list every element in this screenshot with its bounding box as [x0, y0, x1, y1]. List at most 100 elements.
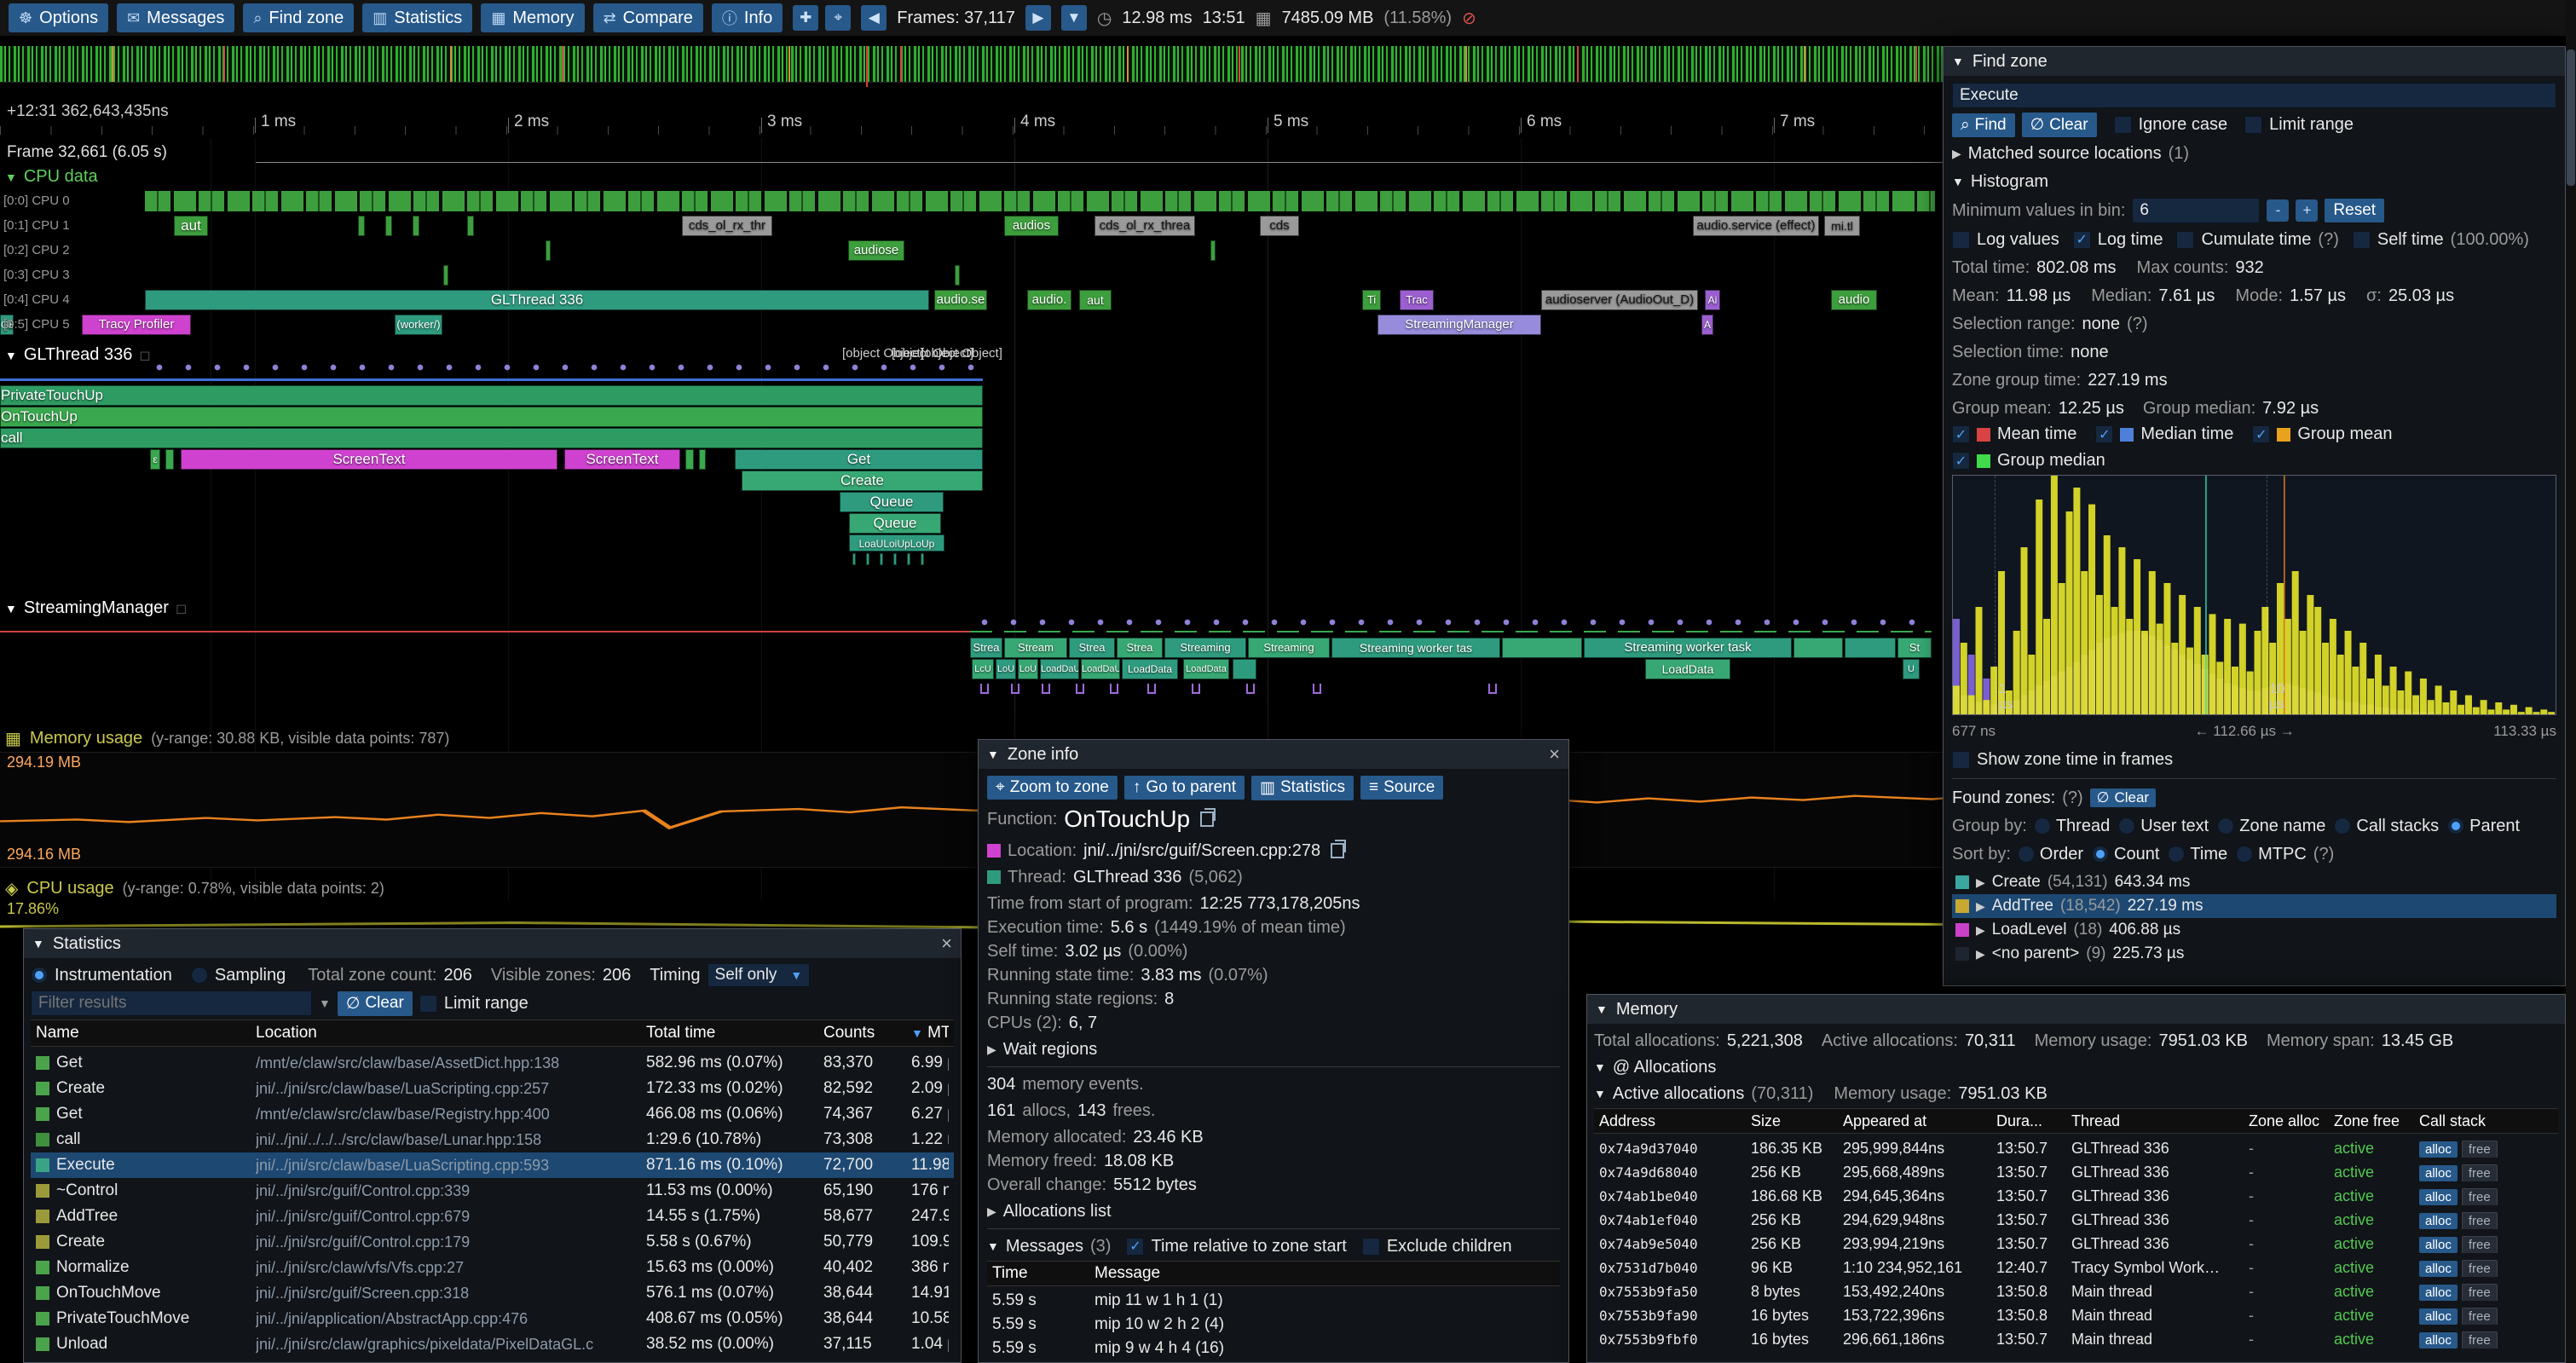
- timeline-zone[interactable]: LoadData: [1122, 659, 1178, 679]
- matched-locations-toggle[interactable]: ▶ Matched source locations (1): [1952, 141, 2556, 165]
- memory-table-row[interactable]: 0x7531d7b040 96 KB 1:10 234,952,161 12:4…: [1594, 1256, 2558, 1279]
- group-by-radio[interactable]: [2118, 817, 2135, 835]
- help-icon[interactable]: (?): [2313, 845, 2334, 864]
- found-zones-clear-button[interactable]: ∅ Clear: [2090, 788, 2156, 807]
- show-zone-time-checkbox[interactable]: [1952, 751, 1970, 769]
- messages-table-header[interactable]: Time Message: [987, 1261, 1560, 1286]
- frame-marker-icon[interactable]: [object Object]: [921, 346, 1002, 361]
- group-by-option[interactable]: Thread: [2034, 817, 2110, 836]
- timeline-zone[interactable]: [1233, 659, 1256, 679]
- funnel-icon[interactable]: ▼: [319, 996, 331, 1010]
- timeline-zone[interactable]: [1793, 638, 1843, 658]
- timeline-zone[interactable]: cds: [1260, 216, 1299, 236]
- copy-icon[interactable]: [1331, 843, 1344, 858]
- memory-table-row[interactable]: 0x74a9d37040 186.35 KB 295,999,844ns 13:…: [1594, 1136, 2558, 1160]
- sort-by-radio[interactable]: [2168, 846, 2185, 863]
- stats-table-row[interactable]: AddTree jni/../jni/src/guif/Control.cpp:…: [31, 1204, 954, 1229]
- expand-icon[interactable]: ▶: [1976, 923, 1985, 938]
- message-row[interactable]: 5.59 s mip 9 w 4 h 4 (16): [987, 1337, 1560, 1360]
- legend-checkbox[interactable]: [2095, 425, 2113, 443]
- help-icon[interactable]: (?): [2127, 315, 2147, 334]
- timeline-zone[interactable]: [385, 216, 392, 236]
- timeline-zone[interactable]: [866, 553, 869, 565]
- cpu-usage-header[interactable]: ◈ CPU usage (y-range: 0.78%, visible dat…: [5, 878, 384, 899]
- timeline-zone[interactable]: OnTouchUp: [0, 407, 983, 427]
- collapse-icon[interactable]: ▼: [987, 1239, 999, 1253]
- timeline-zone[interactable]: cds_ol_rx_thr: [682, 216, 772, 236]
- toolbar-button[interactable]: ☸ Options: [9, 3, 108, 32]
- collapse-icon[interactable]: ▼: [1596, 1002, 1608, 1016]
- zone-info-action-button[interactable]: ↑ Go to parent: [1124, 776, 1245, 800]
- zone-info-titlebar[interactable]: ▼ Zone info ×: [979, 740, 1568, 769]
- timeline-zone[interactable]: cds_ol_rx_threa: [1095, 216, 1195, 236]
- found-zone-group-row[interactable]: ▶ LoadLevel (18) 406.88 µs: [1952, 918, 2556, 942]
- alloc-callstack-button[interactable]: alloc: [2419, 1261, 2458, 1277]
- timeline-zone[interactable]: [443, 265, 448, 286]
- help-icon[interactable]: (?): [2318, 230, 2338, 250]
- timeline-zone[interactable]: [907, 553, 910, 565]
- timeline-zone[interactable]: audio.se: [934, 290, 987, 310]
- scrollbar-thumb[interactable]: [2567, 49, 2575, 186]
- timeline-zone[interactable]: Strea: [970, 638, 1002, 658]
- group-by-radio[interactable]: [2447, 817, 2464, 835]
- timeline-zone[interactable]: Streaming: [1164, 638, 1246, 658]
- glthread-header[interactable]: ▼ GLThread 336 ◻: [5, 345, 151, 365]
- col-duration[interactable]: Dura...: [1996, 1112, 2065, 1130]
- close-icon[interactable]: ×: [941, 933, 952, 955]
- collapse-icon[interactable]: ▼: [1952, 55, 1964, 68]
- free-callstack-button[interactable]: free: [2462, 1308, 2498, 1325]
- stats-table-row[interactable]: OnTouchMove jni/../jni/src/guif/Screen.c…: [31, 1280, 954, 1306]
- stats-table-row[interactable]: Unload jni/../jni/src/claw/graphics/pixe…: [31, 1331, 954, 1357]
- statistics-titlebar[interactable]: ▼ Statistics ×: [24, 929, 961, 958]
- timeline-zone[interactable]: [921, 553, 924, 565]
- message-mark-icon[interactable]: [1076, 684, 1084, 694]
- timeline-zone[interactable]: Trac: [1400, 290, 1434, 310]
- timeline-zone[interactable]: Queue: [849, 513, 941, 534]
- find-clear-button[interactable]: ∅ Clear: [2022, 113, 2097, 137]
- timeline-zone[interactable]: Strea: [1069, 638, 1115, 658]
- memory-table-row[interactable]: 0x74ab9e5040 256 KB 293,994,219ns 13:50.…: [1594, 1232, 2558, 1256]
- memory-table-row[interactable]: 0x7553b9fa90 16 bytes 153,722,396ns 13:5…: [1594, 1303, 2558, 1327]
- message-mark-icon[interactable]: [1042, 684, 1050, 694]
- found-zone-group-row[interactable]: ▶ Create (54,131) 643.34 ms: [1952, 870, 2556, 894]
- self-time-checkbox[interactable]: [2353, 231, 2371, 249]
- sort-by-option[interactable]: Order: [2018, 845, 2083, 864]
- group-by-option[interactable]: Call stacks: [2334, 817, 2439, 836]
- timeline-zone[interactable]: audio.: [1027, 290, 1071, 310]
- find-zone-histogram[interactable]: 1 µs 10 µs: [1952, 475, 2556, 715]
- toolbar-button[interactable]: ▦ Memory: [481, 3, 584, 32]
- col-mtpc[interactable]: ▼ MTPC: [911, 1024, 949, 1042]
- memory-table-row[interactable]: 0x7553b9fa50 8 bytes 153,492,240ns 13:50…: [1594, 1279, 2558, 1303]
- timeline-zone[interactable]: LcU: [972, 659, 994, 679]
- zone-info-action-button[interactable]: ⌖ Zoom to zone: [987, 776, 1118, 800]
- group-by-radio[interactable]: [2217, 817, 2234, 835]
- timeline-zone[interactable]: call: [0, 428, 983, 448]
- message-mark-icon[interactable]: [1147, 684, 1156, 694]
- legend-checkbox[interactable]: [1952, 452, 1970, 470]
- glthread-message-dots[interactable]: [145, 361, 989, 373]
- timeline-zone[interactable]: [358, 216, 365, 236]
- timeline-zone[interactable]: Create: [742, 471, 983, 491]
- col-appeared[interactable]: Appeared at: [1843, 1112, 1990, 1130]
- toolbar-button[interactable]: ✉ Messages: [117, 3, 234, 32]
- timeline-zone[interactable]: aut: [174, 216, 208, 236]
- timeline-zone[interactable]: Ti: [1362, 290, 1381, 310]
- instrumentation-radio[interactable]: [31, 967, 48, 984]
- timeline-zone[interactable]: LoadData: [1183, 659, 1229, 679]
- col-zone-free[interactable]: Zone free: [2334, 1112, 2412, 1130]
- bin-plus-button[interactable]: +: [2296, 199, 2318, 222]
- message-mark-icon[interactable]: [1246, 684, 1255, 694]
- memory-table-row[interactable]: 0x7553b9fbf0 16 bytes 296,661,186ns 13:5…: [1594, 1327, 2558, 1351]
- timeline-zone[interactable]: [955, 265, 960, 286]
- stats-table-row[interactable]: ~Control jni/../jni/src/guif/Control.cpp…: [31, 1178, 954, 1204]
- stats-table-row[interactable]: Get /mnt/e/claw/src/claw/base/Registry.h…: [31, 1101, 954, 1127]
- timeline-zone[interactable]: LoadDaU: [1040, 659, 1079, 679]
- alloc-callstack-button[interactable]: alloc: [2419, 1237, 2458, 1253]
- timeline-zone[interactable]: ScreenText: [181, 449, 557, 470]
- group-by-option[interactable]: User text: [2118, 817, 2209, 836]
- bin-reset-button[interactable]: Reset: [2325, 199, 2384, 222]
- stats-clear-button[interactable]: ∅ Clear: [338, 991, 413, 1016]
- col-address[interactable]: Address: [1599, 1112, 1744, 1130]
- wait-regions-toggle[interactable]: ▶ Wait regions: [987, 1037, 1560, 1061]
- memory-table-row[interactable]: 0x74a9d68040 256 KB 295,668,489ns 13:50.…: [1594, 1160, 2558, 1184]
